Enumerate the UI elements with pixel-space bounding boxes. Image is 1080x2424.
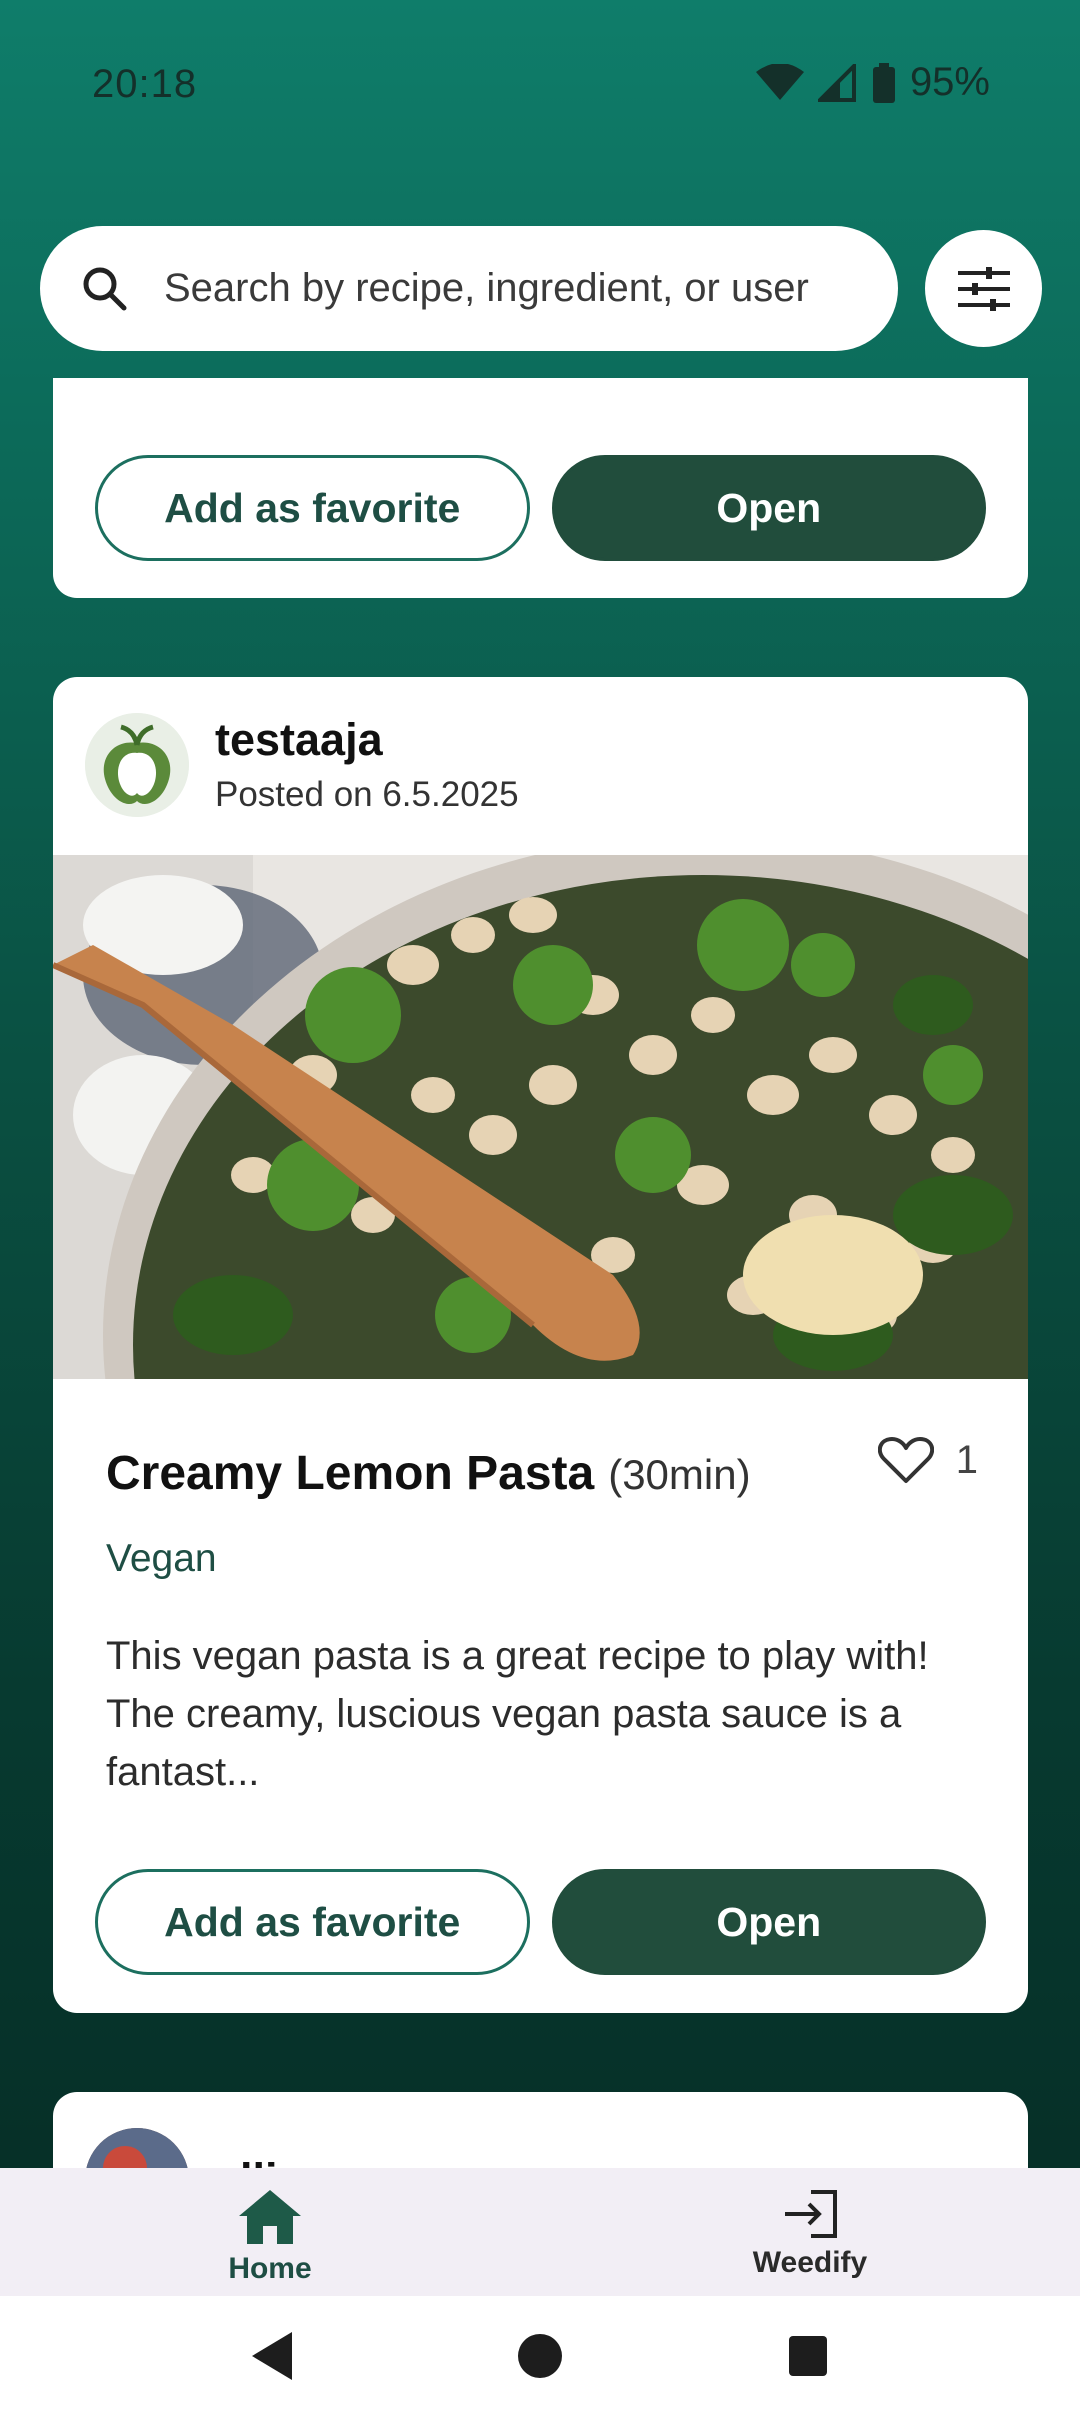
- bottom-navigation: Home Weedify: [0, 2168, 1080, 2296]
- heart-icon[interactable]: [877, 1435, 934, 1485]
- likes: 1: [877, 1435, 978, 1485]
- avatar: [85, 713, 189, 817]
- recipe-time: (30min): [608, 1451, 751, 1498]
- pepper-logo-avatar-icon: [85, 713, 189, 817]
- nav-home-label: Home: [228, 2252, 312, 2285]
- recipe-card: Add as favorite Open: [53, 378, 1028, 598]
- nav-weedify[interactable]: Weedify: [540, 2168, 1080, 2296]
- card-actions: Add as favorite Open: [95, 455, 986, 561]
- search-bar[interactable]: [40, 226, 898, 351]
- card-actions: Add as favorite Open: [95, 1869, 986, 1975]
- recipe-card[interactable]: testaaja Posted on 6.5.2025 Creamy Lemon…: [53, 677, 1028, 2013]
- sliders-icon: [957, 266, 1010, 311]
- pasta-photo-image: [53, 855, 1028, 1379]
- system-navigation-bar: [0, 2296, 1080, 2424]
- recipe-photo[interactable]: [53, 855, 1028, 1379]
- home-circle-icon[interactable]: [516, 2330, 564, 2382]
- recents-icon[interactable]: [787, 2330, 829, 2382]
- recipe-title-row: Creamy Lemon Pasta (30min) 1: [106, 1437, 978, 1501]
- status-bar: 20:18 95%: [0, 0, 1080, 175]
- like-count: 1: [955, 1437, 978, 1482]
- author-name[interactable]: testaaja: [215, 715, 519, 765]
- recipe-title[interactable]: Creamy Lemon Pasta: [106, 1446, 594, 1501]
- recipe-description: This vegan pasta is a great recipe to pl…: [106, 1634, 929, 1794]
- add-favorite-button[interactable]: Add as favorite: [95, 1869, 530, 1975]
- add-favorite-button[interactable]: Add as favorite: [95, 455, 530, 561]
- status-icons: 95%: [755, 60, 990, 105]
- search-icon: [83, 267, 127, 310]
- battery-percent: 95%: [909, 60, 990, 104]
- back-icon[interactable]: [248, 2330, 294, 2382]
- cell-signal-icon: [817, 63, 856, 102]
- wifi-icon: [755, 63, 804, 100]
- status-time: 20:18: [92, 62, 198, 106]
- filter-button[interactable]: [925, 230, 1042, 347]
- open-button[interactable]: Open: [551, 1869, 986, 1975]
- diet-tag: Vegan: [106, 1537, 217, 1580]
- battery-icon: [872, 62, 895, 103]
- posted-date: Posted on 6.5.2025: [215, 774, 519, 814]
- author-row: testaaja Posted on 6.5.2025: [85, 713, 519, 817]
- home-icon: [239, 2190, 301, 2244]
- nav-home[interactable]: Home: [0, 2168, 540, 2296]
- open-button[interactable]: Open: [551, 455, 986, 561]
- login-icon: [785, 2190, 837, 2238]
- nav-weedify-label: Weedify: [752, 2246, 868, 2279]
- search-input[interactable]: [164, 266, 824, 311]
